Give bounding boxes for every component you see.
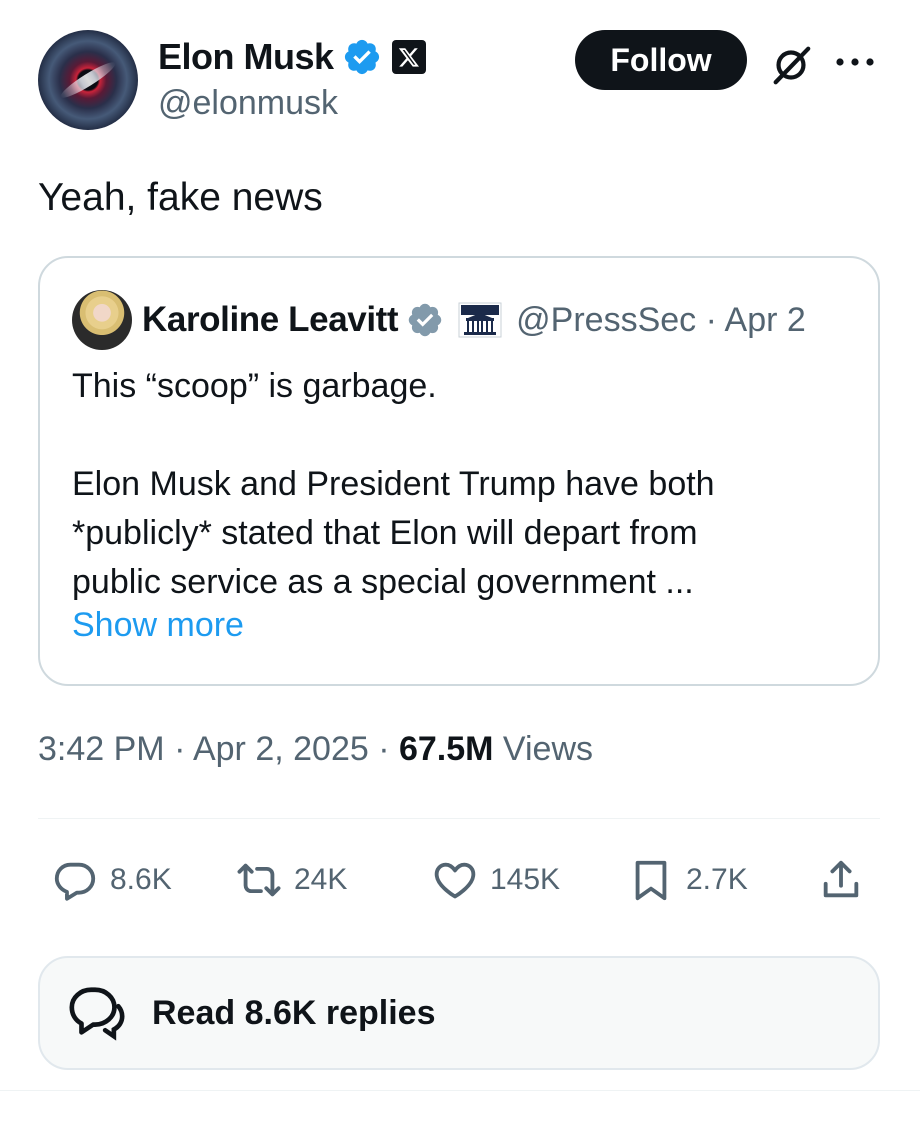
engagement-bar: 8.6K 24K 145K 2.7K — [38, 850, 880, 910]
like-button[interactable]: 145K — [432, 850, 560, 910]
quoted-handle-and-date[interactable]: @PressSec · Apr 2 — [516, 301, 806, 340]
reply-button[interactable]: 8.6K — [52, 850, 172, 910]
quoted-separator: · — [705, 300, 717, 339]
show-more-link[interactable]: Show more — [72, 606, 244, 645]
bookmark-button[interactable]: 2.7K — [628, 850, 748, 910]
quoted-line-4: public service as a special government .… — [72, 563, 694, 601]
views-label: Views — [493, 730, 594, 768]
heart-icon — [434, 862, 476, 899]
more-icon[interactable] — [832, 52, 878, 72]
like-count: 145K — [490, 863, 561, 896]
share-icon — [823, 860, 859, 898]
quoted-author-name[interactable]: Karoline Leavitt — [142, 300, 399, 340]
quoted-line-1: This “scoop” is garbage. — [72, 367, 437, 405]
share-button[interactable] — [818, 850, 864, 910]
bookmark-count: 2.7K — [686, 863, 748, 896]
author-avatar[interactable] — [38, 30, 138, 130]
tweet-date[interactable]: Apr 2, 2025 — [193, 730, 369, 768]
quoted-date[interactable]: Apr 2 — [725, 301, 806, 339]
white-house-icon — [458, 302, 502, 338]
tweet-header: Elon Musk @elonmusk Follow — [38, 28, 882, 132]
views-count[interactable]: 67.5M — [399, 730, 494, 768]
read-replies-label: Read 8.6K replies — [152, 993, 436, 1032]
read-replies-button[interactable]: Read 8.6K replies — [38, 956, 880, 1070]
quoted-line-2: Elon Musk and President Trump have both — [72, 465, 715, 503]
quoted-handle[interactable]: @PressSec — [516, 301, 696, 339]
tweet-meta: 3:42 PM · Apr 2, 2025 · 67.5M Views — [38, 730, 593, 769]
verified-badge-icon — [344, 39, 379, 75]
quoted-tweet-text: This “scoop” is garbage. Elon Musk and P… — [72, 362, 852, 607]
conversation-icon — [69, 987, 125, 1041]
verified-gray-badge-icon — [408, 303, 442, 337]
quoted-tweet-header: Karoline Leavitt @PressSec · Apr 2 — [142, 296, 806, 344]
follow-button[interactable]: Follow — [575, 30, 747, 90]
quoted-tweet-card[interactable]: Karoline Leavitt @PressSec · Apr 2 This … — [38, 256, 880, 686]
author-handle[interactable]: @elonmusk — [158, 84, 338, 123]
author-name-row: Elon Musk — [158, 34, 426, 80]
tweet-time[interactable]: 3:42 PM — [38, 730, 165, 768]
meta-separator: · — [368, 730, 399, 768]
quoted-line-3: *publicly* stated that Elon will depart … — [72, 514, 698, 552]
repost-button[interactable]: 24K — [236, 850, 347, 910]
reply-count: 8.6K — [110, 863, 172, 896]
quoted-author-avatar[interactable] — [72, 290, 132, 350]
repost-icon — [237, 863, 281, 897]
divider — [38, 818, 880, 819]
meta-separator: · — [164, 730, 193, 768]
grok-icon[interactable] — [768, 42, 814, 88]
reply-icon — [54, 862, 96, 901]
bookmark-icon — [635, 860, 667, 901]
tweet-text: Yeah, fake news — [38, 176, 323, 219]
repost-count: 24K — [294, 863, 348, 896]
divider — [0, 1090, 920, 1091]
author-display-name[interactable]: Elon Musk — [158, 36, 334, 78]
x-logo-icon — [391, 40, 426, 74]
